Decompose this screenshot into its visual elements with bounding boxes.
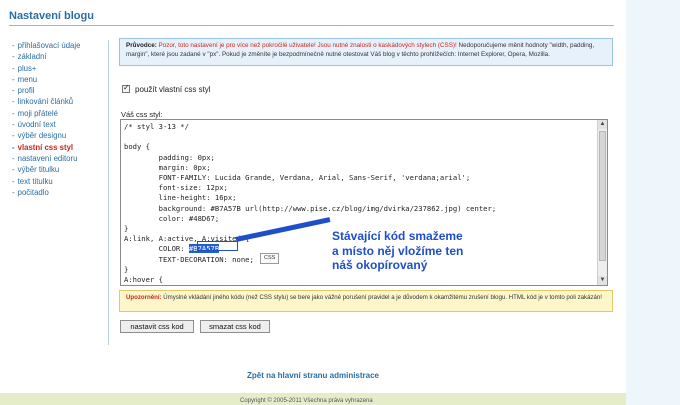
warning-notice-body: Úmyslné vkládání jiného kódu (než CSS st…	[163, 294, 602, 301]
sidebar-item-label: linkování článků	[17, 97, 74, 107]
sidebar-menu: - přihlašovací údaje - základní - plus+ - me…	[12, 40, 108, 198]
sidebar-item-label: moji přátelé	[17, 108, 58, 118]
save-css-button[interactable]: nastavit css kod	[120, 320, 194, 333]
page-title: Nastavení blogu	[9, 10, 94, 22]
css-code-after: TEXT-DECORATION: none; } A:hover {	[124, 254, 254, 285]
sidebar-item-label: výběr titulku	[17, 165, 60, 175]
sidebar-item-label: nastavení editoru	[17, 153, 78, 163]
scroll-down-arrow-icon[interactable]: ▼	[598, 276, 607, 285]
sidebar-item-vyber-titulku[interactable]: - výběr titulku	[12, 164, 108, 175]
bullet-dash-icon: -	[12, 97, 15, 107]
bullet-dash-icon: -	[12, 187, 15, 197]
sidebar-item-label: základní	[17, 52, 47, 62]
sidebar-item-zakladni[interactable]: - základní	[12, 51, 108, 62]
bullet-dash-icon: -	[12, 142, 15, 152]
sidebar-item-moji-pratele[interactable]: - moji přátelé	[12, 108, 108, 119]
title-divider	[9, 25, 614, 26]
page-content: Nastavení blogu - přihlašovací údaje - zák…	[0, 0, 626, 405]
bullet-dash-icon: -	[12, 153, 15, 163]
bullet-dash-icon: -	[12, 165, 15, 175]
warning-notice: Upozornění: Úmyslné vkládání jiného kódu…	[119, 290, 613, 312]
sidebar-item-label: vlastní css styl	[17, 142, 74, 152]
css-editor-label: Váš css styl:	[121, 110, 163, 119]
use-custom-css-label[interactable]: použít vlastní css styl	[135, 85, 211, 94]
sidebar-item-vlastni-css-styl[interactable]: - vlastní css styl	[12, 142, 108, 153]
bullet-dash-icon: -	[12, 74, 15, 84]
sidebar-item-pocitadlo[interactable]: - počitadlo	[12, 187, 108, 198]
textarea-scrollbar[interactable]: ▲ ▼	[597, 120, 607, 285]
use-custom-css-checkbox[interactable]	[122, 83, 130, 93]
bullet-dash-icon: -	[12, 131, 15, 141]
guide-notice-warning: Pozor, toto nastavení je pro více než po…	[158, 42, 457, 49]
bullet-dash-icon: -	[12, 176, 15, 186]
bullet-dash-icon: -	[12, 120, 15, 130]
sidebar-item-label: plus+	[17, 63, 37, 73]
sidebar-item-vyber-designu[interactable]: - výběr designu	[12, 130, 108, 141]
css-tooltip: CSS	[260, 253, 280, 264]
sidebar-item-prihlasovaci-udaje[interactable]: - přihlašovací údaje	[12, 40, 108, 51]
bullet-dash-icon: -	[12, 41, 15, 50]
sidebar-item-linkovani-clanku[interactable]: - linkování článků	[12, 96, 108, 107]
bullet-dash-icon: -	[12, 108, 15, 118]
bullet-dash-icon: -	[12, 63, 15, 73]
scrollbar-thumb[interactable]	[599, 131, 606, 261]
guide-notice-lead: Průvodce:	[126, 42, 157, 49]
sidebar-item-label: výběr designu	[17, 131, 67, 141]
sidebar-divider	[108, 40, 109, 345]
footer-copyright: Copyright © 2005-2011 Všechna práva vyhr…	[240, 398, 373, 404]
sidebar-item-label: profil	[17, 86, 35, 96]
annotation-highlight-box	[197, 241, 238, 251]
sidebar-item-label: menu	[17, 74, 38, 84]
sidebar-item-label: počitadlo	[17, 187, 49, 197]
back-to-admin-link[interactable]: Zpět na hlavní stranu administrace	[0, 371, 626, 380]
warning-notice-lead: Upozornění:	[126, 294, 162, 301]
bullet-dash-icon: -	[12, 52, 15, 62]
sidebar-item-menu[interactable]: - menu	[12, 74, 108, 85]
sidebar-item-label: přihlašovací údaje	[17, 41, 81, 50]
sidebar-item-label: text titulku	[17, 176, 53, 186]
sidebar-item-profil[interactable]: - profil	[12, 85, 108, 96]
sidebar-item-nastaveni-editoru[interactable]: - nastavení editoru	[12, 153, 108, 164]
scroll-up-arrow-icon[interactable]: ▲	[598, 120, 607, 129]
annotation-text: Stávající kód smažeme a místo něj vložím…	[332, 229, 464, 272]
sidebar-item-plus[interactable]: - plus+	[12, 63, 108, 74]
delete-css-button[interactable]: smazat css kod	[200, 320, 270, 333]
sidebar-item-text-titulku[interactable]: - text titulku	[12, 176, 108, 187]
sidebar-item-label: úvodní text	[17, 120, 56, 130]
bullet-dash-icon: -	[12, 86, 15, 96]
page-side-background	[626, 0, 680, 405]
sidebar-item-uvodni-text[interactable]: - úvodní text	[12, 119, 108, 130]
guide-notice: Průvodce: Pozor, toto nastavení je pro v…	[119, 38, 613, 66]
